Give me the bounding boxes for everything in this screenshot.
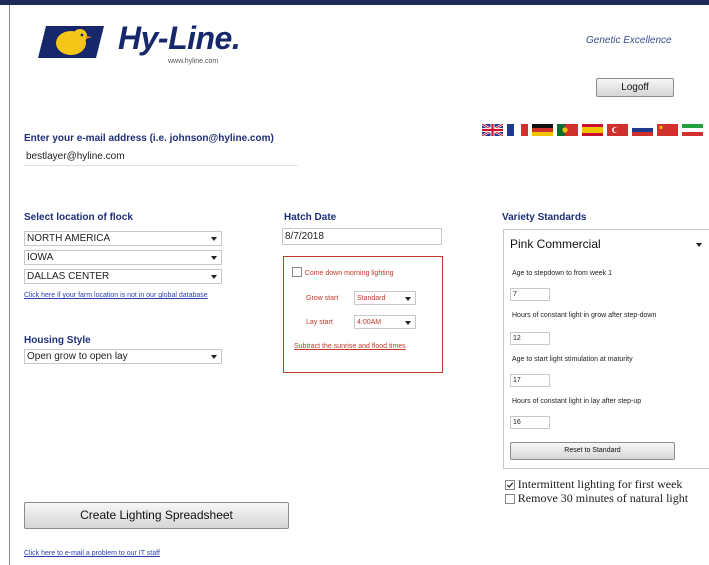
hatch-date-input[interactable]: 8/7/2018 (282, 228, 442, 245)
intermittent-label: Intermittent lighting for first week (517, 477, 683, 491)
hyline-logo: Hy-Line. www.hyline.com (38, 18, 248, 68)
farm-location-link[interactable]: Click here if your farm location is not … (24, 291, 214, 300)
grow-light-hours-label: Hours of constant light in grow after st… (512, 312, 657, 319)
grow-light-hours-input[interactable]: 12 (510, 332, 550, 345)
housing-label: Housing Style (24, 335, 91, 346)
top-border (0, 0, 709, 5)
flag-germany-icon[interactable] (532, 124, 553, 136)
lay-start-label: Lay start (306, 319, 333, 326)
flag-uk-icon[interactable] (482, 124, 503, 136)
chevron-down-icon (211, 256, 217, 260)
variety-value: Pink Commercial (510, 237, 601, 251)
intermittent-checkbox[interactable] (505, 480, 515, 491)
hatch-date-label: Hatch Date (284, 212, 337, 223)
stepdown-age-input[interactable]: 7 (510, 288, 550, 301)
variety-panel: Pink Commercial Age to stepdown to from … (503, 229, 709, 469)
morning-lighting-label: Come down morning lighting (304, 270, 394, 277)
flag-spain-icon[interactable] (582, 124, 603, 136)
grow-start-value: Standard (357, 295, 386, 302)
tagline: Genetic Excellence (586, 35, 672, 46)
flag-portugal-icon[interactable] (557, 124, 578, 136)
variety-select[interactable]: Pink Commercial (508, 236, 706, 254)
brand-name: Hy-Line. (118, 20, 241, 56)
city-value: DALLAS CENTER (27, 271, 110, 282)
lay-light-hours-input[interactable]: 16 (510, 416, 550, 429)
email-field[interactable]: bestlayer@hyline.com (24, 148, 298, 166)
morning-lighting-panel: Come down morning lighting Grow start St… (283, 256, 443, 373)
email-label: Enter your e-mail address (i.e. johnson@… (24, 133, 274, 144)
remove-natural-checkbox[interactable] (505, 494, 515, 505)
lay-start-select[interactable]: 4:00AM (354, 315, 416, 329)
sunrise-link[interactable]: Subtract the sunrise and flood times (294, 343, 406, 350)
chevron-down-icon (696, 243, 702, 247)
stimulation-age-input[interactable]: 17 (510, 374, 550, 387)
brand-url: www.hyline.com (168, 58, 219, 65)
chevron-down-icon (405, 321, 411, 325)
lay-light-hours-label: Hours of constant light in lay after ste… (512, 398, 642, 405)
flag-russia-icon[interactable] (632, 124, 653, 136)
chevron-down-icon (405, 297, 411, 301)
remove-natural-row: Remove 30 minutes of natural light (505, 491, 688, 506)
grow-start-label: Grow start (306, 295, 339, 302)
variety-label: Variety Standards (502, 212, 587, 223)
grow-start-select[interactable]: Standard (354, 291, 416, 305)
location-label: Select location of flock (24, 212, 133, 223)
morning-lighting-checkbox[interactable] (292, 267, 302, 278)
chevron-down-icon (211, 355, 217, 359)
stepdown-age-label: Age to stepdown to from week 1 (512, 270, 612, 277)
flag-china-icon[interactable] (657, 124, 678, 136)
reset-standard-button[interactable]: Reset to Standard (510, 442, 675, 460)
city-select[interactable]: DALLAS CENTER (24, 269, 222, 284)
email-problem-link[interactable]: Click here to e-mail a problem to our IT… (24, 550, 160, 557)
housing-select[interactable]: Open grow to open lay (24, 349, 222, 364)
checkmark-icon (506, 482, 514, 489)
language-flags (482, 124, 704, 136)
flag-france-icon[interactable] (507, 124, 528, 136)
chevron-down-icon (211, 275, 217, 279)
remove-natural-label: Remove 30 minutes of natural light (517, 491, 689, 505)
flag-iran-icon[interactable] (682, 124, 703, 136)
lay-start-value: 4:00AM (357, 319, 382, 326)
flag-turkey-icon[interactable] (607, 124, 628, 136)
region-value: NORTH AMERICA (27, 233, 111, 244)
left-border (9, 5, 10, 565)
stimulation-age-label: Age to start light stimulation at maturi… (512, 356, 633, 363)
chick-logo-icon (38, 26, 104, 58)
housing-value: Open grow to open lay (27, 351, 128, 362)
create-spreadsheet-button[interactable]: Create Lighting Spreadsheet (24, 502, 289, 529)
logoff-button[interactable]: Logoff (596, 78, 674, 97)
state-value: IOWA (27, 252, 54, 263)
morning-lighting-row: Come down morning lighting (292, 267, 394, 278)
chevron-down-icon (211, 237, 217, 241)
state-select[interactable]: IOWA (24, 250, 222, 265)
region-select[interactable]: NORTH AMERICA (24, 231, 222, 246)
intermittent-row: Intermittent lighting for first week (505, 477, 682, 492)
